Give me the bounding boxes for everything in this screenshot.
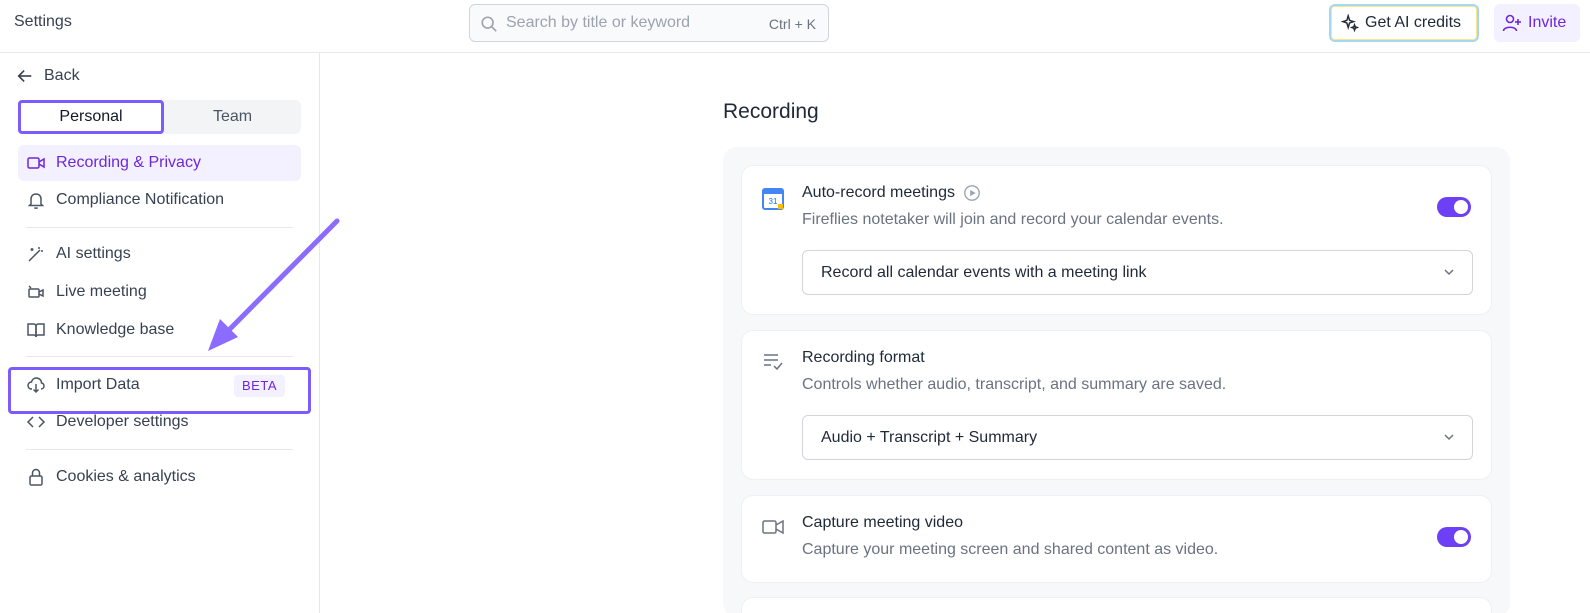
auto-record-select[interactable]: Record all calendar events with a meetin… [802,250,1473,295]
search-icon [481,16,497,32]
auto-record-toggle[interactable] [1437,197,1471,217]
get-ai-credits-button[interactable]: Get AI credits [1329,4,1479,42]
video-icon [762,519,784,535]
live-camera-icon [28,285,44,298]
list-check-icon [764,354,783,371]
auto-record-title: Auto-record meetings [802,184,955,201]
card-description: Controls whether audio, transcript, and … [802,376,1227,393]
recording-format-select[interactable]: Audio + Transcript + Summary [802,415,1473,460]
play-circle-icon[interactable] [963,184,981,202]
card-title: Recording format [802,349,925,366]
top-bar: Settings Ctrl + K Get AI credits Invite [0,0,1590,53]
google-calendar-icon: 31 [762,188,784,210]
select-value: Record all calendar events with a meetin… [821,264,1147,281]
arrow-left-icon [17,70,32,82]
card-description: Capture your meeting screen and shared c… [802,541,1219,558]
card-title: Capture meeting video [802,514,963,531]
recording-format-card: Recording format Controls whether audio,… [741,330,1492,480]
book-icon [27,323,45,338]
card-title: Auto-record meetings [802,184,981,202]
capture-video-toggle[interactable] [1437,527,1471,547]
sidebar-item-label: Compliance Notification [56,191,225,208]
sidebar-item-label: Cookies & analytics [56,468,196,485]
section-title: Recording [723,100,819,123]
invite-button[interactable]: Invite [1494,4,1580,42]
next-setting-card [741,597,1492,613]
back-label: Back [44,67,80,84]
sidebar-item-label: AI settings [56,245,131,262]
scope-toggle: Personal Team [18,100,301,134]
svg-text:31: 31 [769,197,778,206]
sidebar: Back Personal Team Recording & Privacy C… [0,53,340,613]
auto-record-card: 31 Auto-record meetings Fireflies noteta… [741,165,1492,315]
back-button[interactable]: Back [16,67,80,85]
search-input[interactable] [506,11,746,35]
capture-video-card: Capture meeting video Capture your meeti… [741,495,1492,583]
search-box[interactable]: Ctrl + K [469,4,829,42]
annotation-arrow-icon [208,218,340,351]
sidebar-item-label: Developer settings [56,413,189,430]
sidebar-item-label: Knowledge base [56,321,175,338]
tab-team[interactable]: Team [164,100,301,134]
add-user-icon [1502,14,1521,32]
card-description: Fireflies notetaker will join and record… [802,211,1224,228]
select-value: Audio + Transcript + Summary [821,429,1038,446]
sidebar-divider [26,449,293,450]
lock-icon [29,468,43,486]
code-icon [26,416,46,428]
sidebar-item-label: Live meeting [56,283,147,300]
page-title: Settings [14,13,72,30]
invite-label: Invite [1528,14,1567,31]
sidebar-item-recording-privacy[interactable]: Recording & Privacy [18,145,301,181]
sidebar-item-developer-settings[interactable]: Developer settings [18,404,301,440]
sidebar-item-label: Recording & Privacy [56,154,201,171]
tab-personal[interactable]: Personal [18,100,164,134]
sidebar-item-cookies-analytics[interactable]: Cookies & analytics [18,459,301,495]
chevron-down-icon [1444,434,1454,441]
magic-wand-icon [28,247,43,262]
search-shortcut-hint: Ctrl + K [768,16,816,32]
get-ai-credits-label: Get AI credits [1365,14,1462,31]
sparkle-icon [1341,14,1359,32]
video-icon [27,157,45,169]
chevron-down-icon [1444,269,1454,276]
bell-icon [27,193,45,209]
